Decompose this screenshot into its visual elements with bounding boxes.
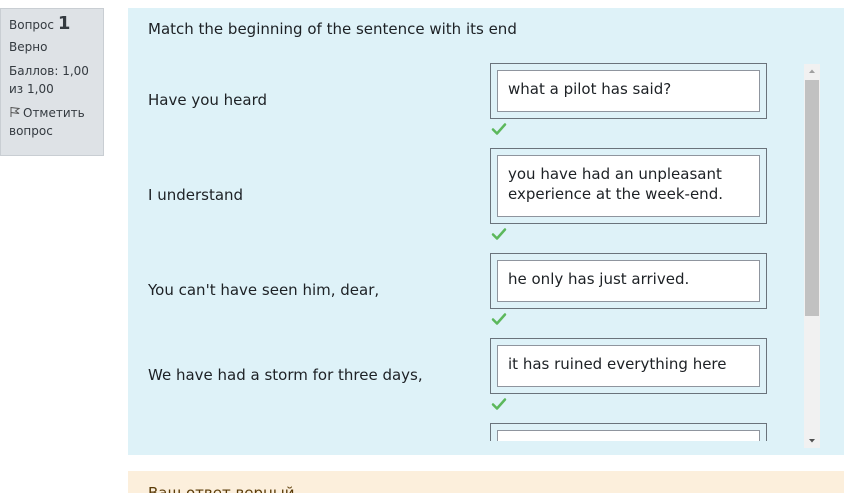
match-answer-value: it has ruined everything here <box>497 345 760 387</box>
check-icon <box>491 123 507 135</box>
scrollbar[interactable] <box>804 64 820 448</box>
flag-icon <box>10 107 21 117</box>
check-icon <box>491 398 507 410</box>
question-number-line: Вопрос 1 <box>9 15 95 34</box>
match-stem: We have had a storm for three days, <box>148 366 423 384</box>
scrollbar-thumb[interactable] <box>805 80 819 316</box>
match-stem: You can't have seen him, dear, <box>148 281 380 299</box>
match-scroll-area: Match the beginning of the sentence with… <box>128 8 844 441</box>
question-outcome: Ваш ответ верный. <box>128 471 844 493</box>
quiz-page: Вопрос 1 Верно Баллов: 1,00 из 1,00 Отме… <box>0 0 844 493</box>
question-number: 1 <box>57 13 71 34</box>
check-icon <box>491 313 507 325</box>
flag-question-link[interactable]: Отметить вопрос <box>9 104 95 140</box>
match-answer-value: he only has just arrived. <box>497 260 760 302</box>
match-stem: Have you heard <box>148 91 268 109</box>
match-answer-select[interactable]: what a pilot has said? <box>490 63 767 119</box>
match-answer-select[interactable]: he only has just arrived. <box>490 253 767 309</box>
outcome-text: Ваш ответ верный. <box>148 484 300 493</box>
match-stem: I understand <box>148 186 244 204</box>
question-text: Match the beginning of the sentence with… <box>148 20 517 38</box>
question-formulation: Match the beginning of the sentence with… <box>128 8 844 455</box>
match-answer-select[interactable]: it has ruined everything here <box>490 338 767 394</box>
match-answer-select[interactable] <box>490 423 767 441</box>
question-state: Верно <box>9 40 48 54</box>
question-label: Вопрос <box>9 18 54 32</box>
match-answer-value: you have had an unpleasant experience at… <box>497 155 760 217</box>
match-answer-select[interactable]: you have had an unpleasant experience at… <box>490 148 767 224</box>
match-answer-value <box>497 430 760 441</box>
question-info: Вопрос 1 Верно Баллов: 1,00 из 1,00 Отме… <box>0 8 104 156</box>
scroll-down-icon[interactable] <box>804 434 820 448</box>
question-grade: Баллов: 1,00 из 1,00 <box>9 64 89 96</box>
scroll-up-icon[interactable] <box>804 64 820 78</box>
match-answer-value: what a pilot has said? <box>497 70 760 112</box>
check-icon <box>491 228 507 240</box>
